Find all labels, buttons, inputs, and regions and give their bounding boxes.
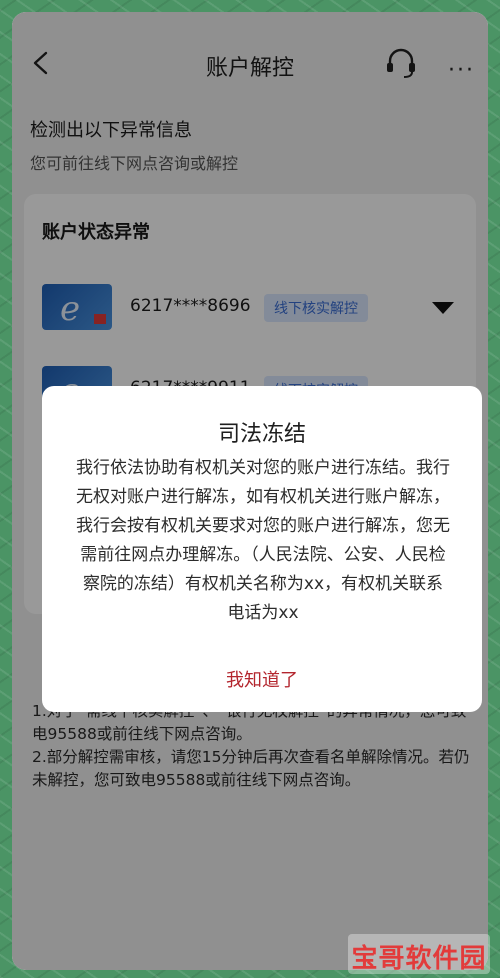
watermark-text: 宝哥软件园 (351, 944, 487, 974)
judicial-freeze-dialog: 司法冻结 我行依法协助有权机关对您的账户进行冻结。我行无权对账户进行解冻，如有权… (42, 386, 482, 712)
acknowledge-button[interactable]: 我知道了 (42, 666, 482, 692)
dialog-title: 司法冻结 (217, 422, 306, 447)
phone-screen: 账户解控 ··· 检测出以下异常信息 您可前往线下网点咨询或解控 账户状态异常 … (12, 12, 488, 970)
dialog-message: 我行依法协助有权机关对您的账户进行冻结。我行无权对账户进行解冻，如有权机关进行账… (76, 458, 450, 623)
site-watermark: 宝哥软件园 (348, 934, 490, 974)
